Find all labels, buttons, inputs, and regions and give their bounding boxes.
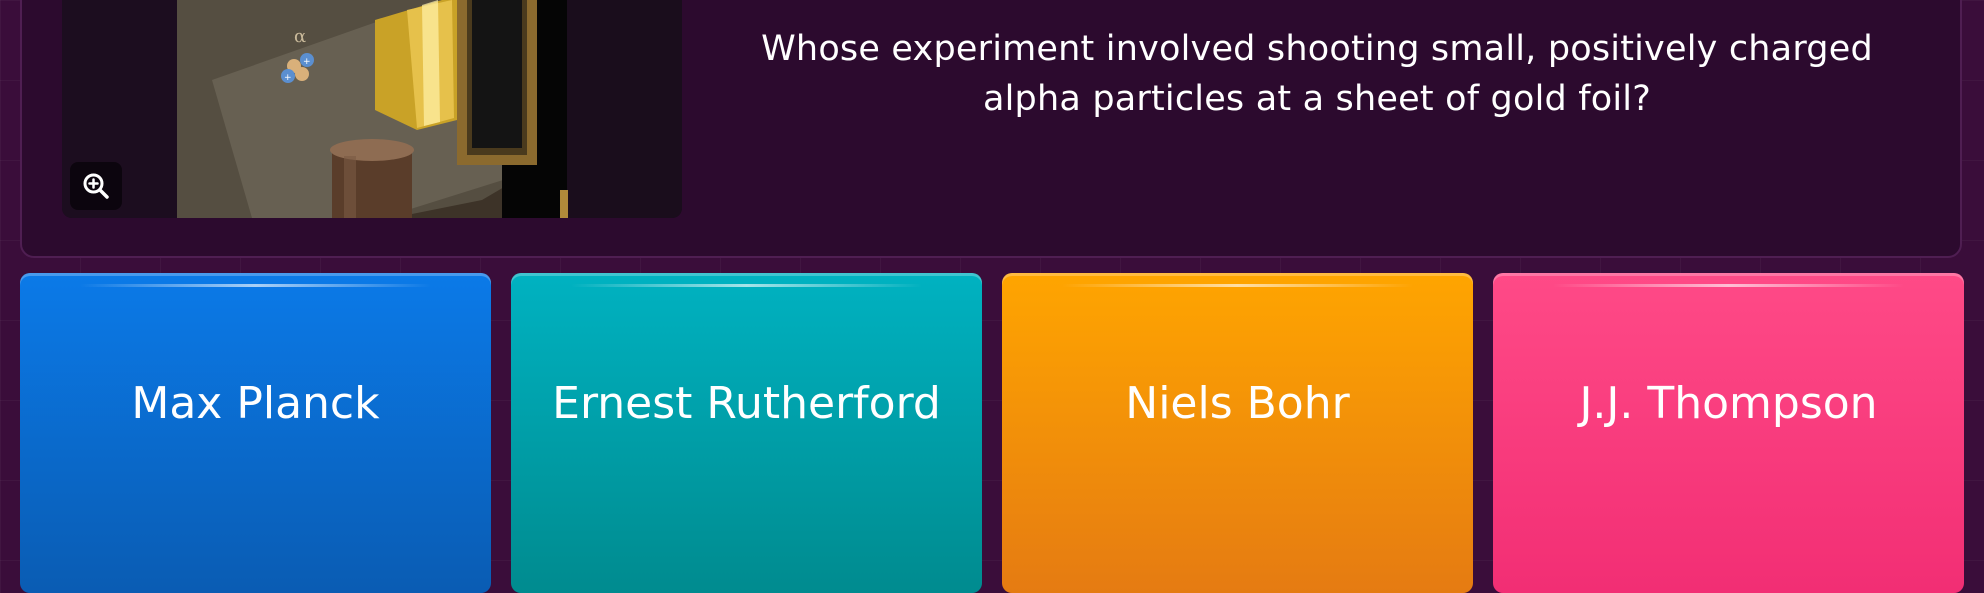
answer-option-label: Ernest Rutherford (552, 377, 941, 429)
svg-text:+: + (303, 57, 311, 67)
answer-option-label: J.J. Thompson (1579, 377, 1878, 429)
answer-option-4[interactable]: J.J. Thompson (1493, 273, 1964, 593)
zoom-button[interactable] (70, 162, 122, 210)
answer-option-label: Niels Bohr (1125, 377, 1350, 429)
question-text: Whose experiment involved shooting small… (761, 29, 1873, 119)
answer-options: Max Planck Ernest Rutherford Niels Bohr … (20, 273, 1964, 593)
svg-text:+: + (284, 73, 292, 83)
alpha-symbol: α (294, 26, 306, 47)
zoom-in-icon (83, 173, 109, 199)
answer-option-2[interactable]: Ernest Rutherford (511, 273, 982, 593)
answer-option-1[interactable]: Max Planck (20, 273, 491, 593)
answer-option-label: Max Planck (131, 377, 380, 429)
answer-option-3[interactable]: Niels Bohr (1002, 273, 1473, 593)
question-image: α + + (62, 0, 682, 218)
gold-foil-illustration: α + + (62, 0, 682, 218)
